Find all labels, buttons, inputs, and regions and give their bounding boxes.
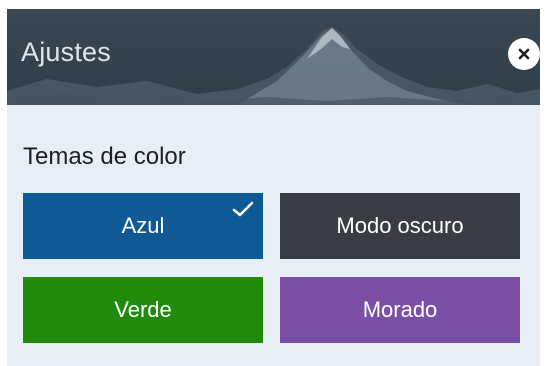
settings-panel: Ajustes Temas de color Azul Modo oscuro … (7, 9, 540, 366)
theme-button-dark-mode[interactable]: Modo oscuro (280, 193, 520, 259)
theme-button-label: Modo oscuro (336, 213, 464, 238)
theme-button-label: Azul (121, 213, 165, 238)
theme-button-blue[interactable]: Azul (23, 193, 263, 259)
section-title-color-themes: Temas de color (23, 143, 186, 170)
settings-header: Ajustes (7, 9, 540, 105)
theme-button-label: Verde (114, 297, 172, 322)
check-icon (232, 201, 254, 217)
page-title: Ajustes (21, 37, 111, 67)
theme-button-green[interactable]: Verde (23, 277, 263, 343)
close-button[interactable] (508, 38, 540, 70)
theme-button-purple[interactable]: Morado (280, 277, 520, 343)
close-icon (518, 48, 530, 60)
theme-button-label: Morado (362, 297, 438, 322)
